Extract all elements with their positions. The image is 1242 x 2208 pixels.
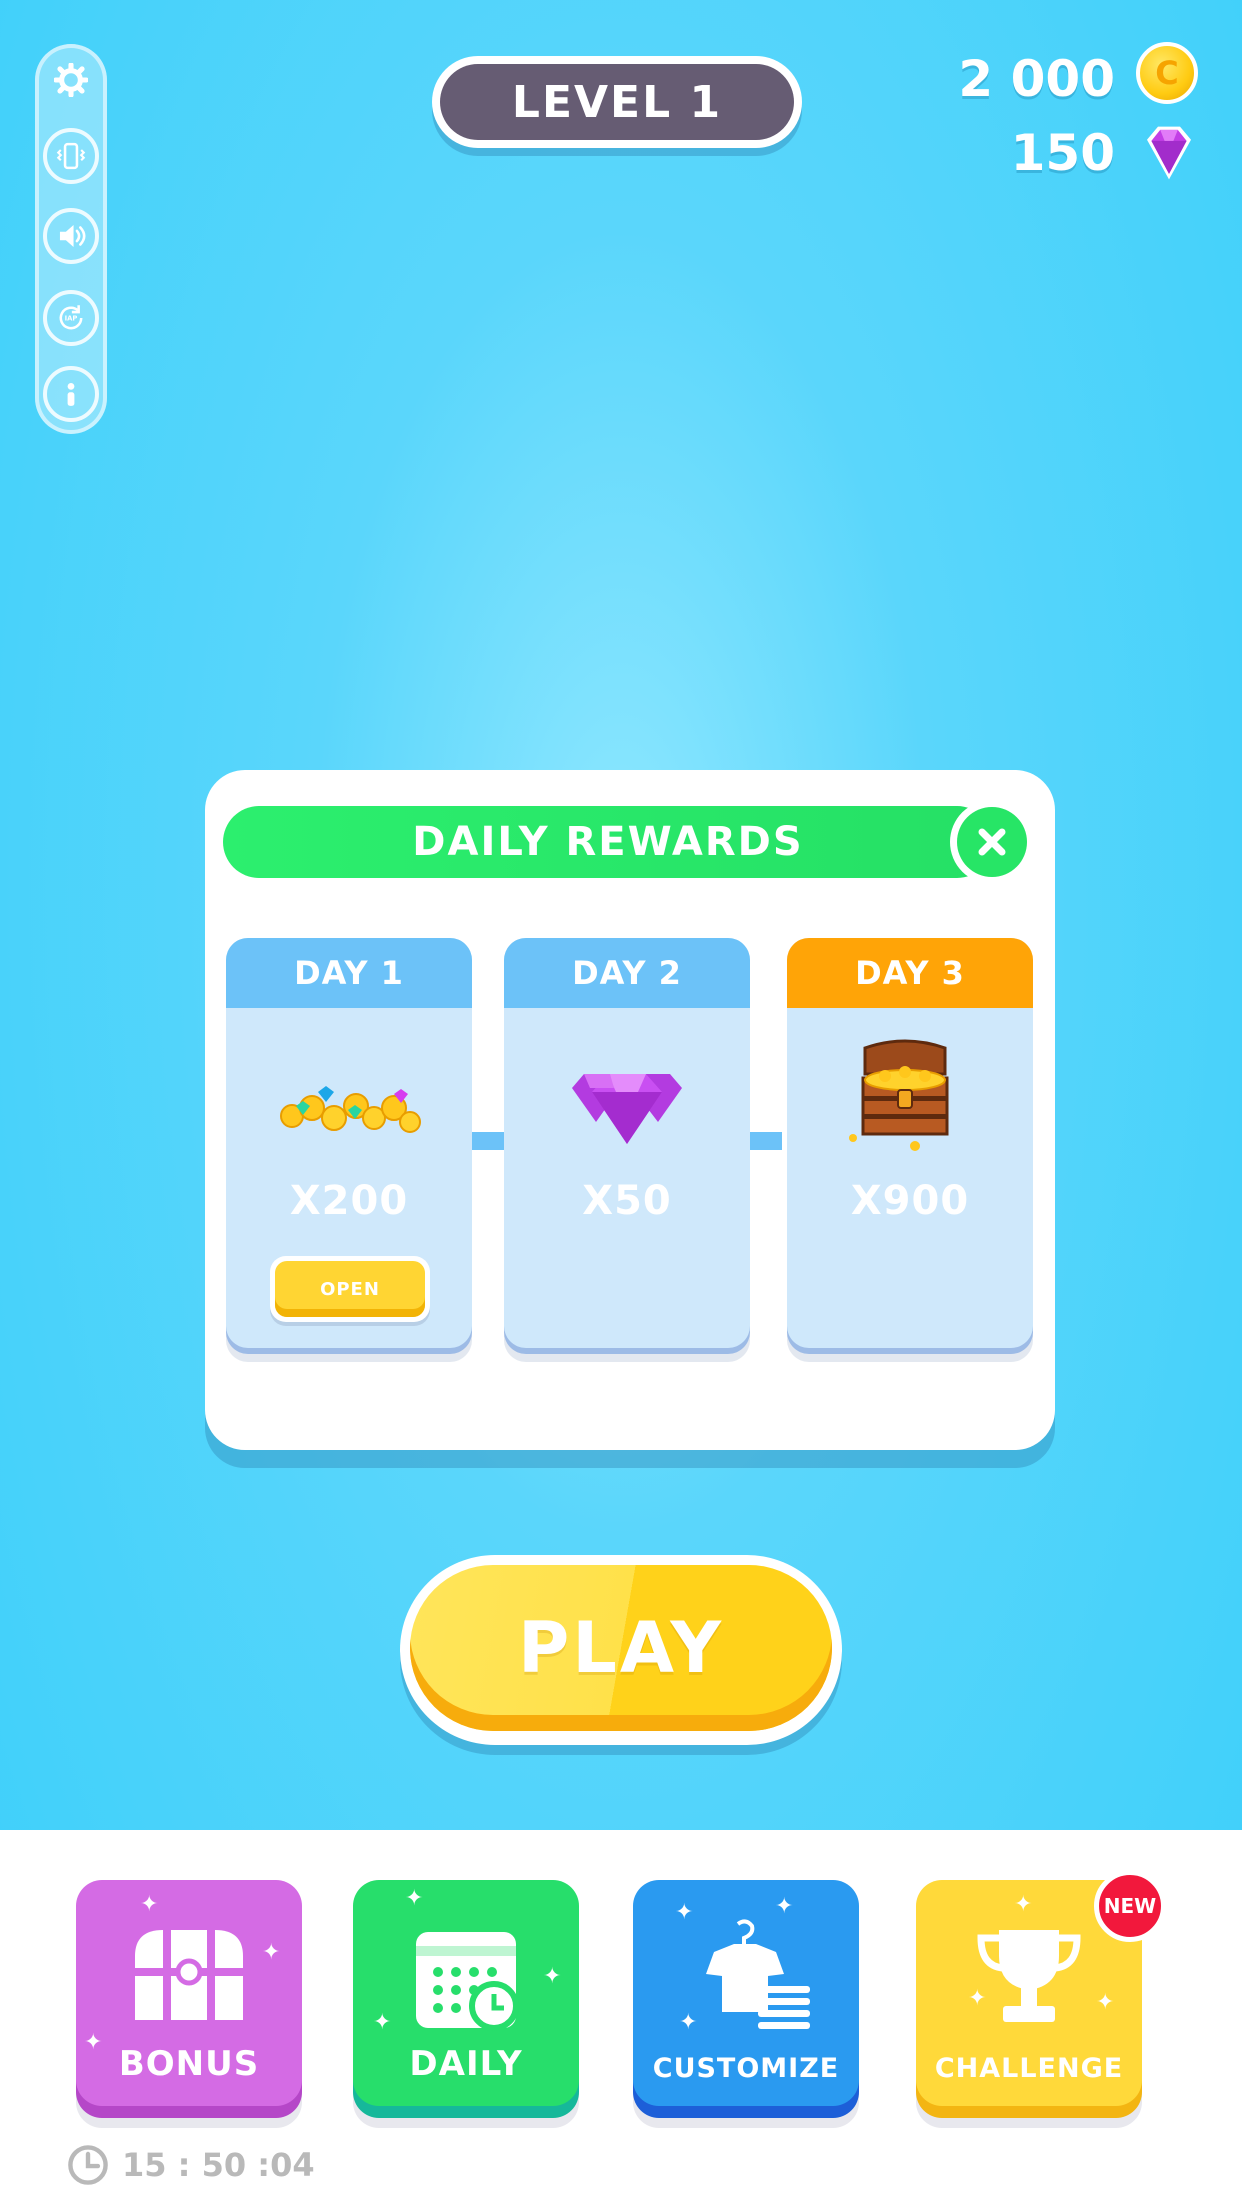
info-icon[interactable]	[43, 366, 99, 422]
play-button[interactable]: PLAY	[400, 1555, 842, 1745]
sparkle-icon: ✦	[968, 1986, 987, 2011]
day-2-card[interactable]: DAY 2 X50	[504, 938, 750, 1348]
day-1-amount: X200	[289, 1178, 409, 1224]
close-icon	[957, 807, 1027, 877]
play-label: PLAY	[410, 1565, 832, 1731]
settings-column: IAP	[35, 44, 107, 434]
day-2-amount: X50	[582, 1178, 672, 1224]
iap-label: IAP	[65, 315, 78, 323]
sparkle-icon: ✦	[775, 1894, 794, 1919]
day-3-amount: X900	[850, 1178, 970, 1224]
bonus-timer: 15 : 50 :04	[66, 2140, 315, 2190]
sparkle-icon: ✦	[679, 2010, 698, 2035]
gem-icon-svg	[1147, 126, 1191, 180]
daily-button[interactable]: ✦ ✦ ✦ DAILY	[353, 1880, 579, 2106]
challenge-label: CHALLENGE	[934, 2053, 1124, 2084]
open-button-label: OPEN	[275, 1261, 425, 1317]
day-3-label: DAY 3	[787, 938, 1033, 1008]
gem-count: 150	[1010, 124, 1115, 182]
clock-icon	[68, 2145, 108, 2185]
sparkle-icon: ✦	[405, 1886, 424, 1911]
customize-label: CUSTOMIZE	[652, 2053, 840, 2084]
sparkle-icon: ✦	[262, 1940, 281, 1965]
day-2-label: DAY 2	[504, 938, 750, 1008]
sound-icon-svg	[59, 224, 86, 248]
level-indicator: LEVEL 1	[432, 56, 802, 148]
vibration-icon[interactable]	[43, 128, 99, 184]
coin-icon[interactable]: C	[1136, 42, 1198, 104]
daily-label: DAILY	[409, 2044, 523, 2084]
sparkle-icon: ✦	[675, 1900, 694, 1925]
calendar-icon	[416, 1932, 519, 2031]
gems-pile-icon	[572, 1074, 682, 1144]
bonus-label: BONUS	[118, 2044, 260, 2084]
day-3-card[interactable]: DAY 3 X900	[787, 938, 1033, 1348]
sparkle-icon: ✦	[373, 2010, 392, 2035]
level-label: LEVEL 1	[440, 64, 794, 140]
gear-icon-svg	[54, 63, 88, 97]
gear-icon[interactable]	[43, 52, 99, 108]
open-button[interactable]: OPEN	[270, 1256, 430, 1322]
vibration-icon-svg	[56, 142, 86, 170]
sparkle-icon: ✦	[543, 1964, 562, 1989]
coins-and-gems-icon	[280, 1086, 421, 1133]
iap-restore-icon[interactable]: IAP	[43, 290, 99, 346]
sound-icon[interactable]	[43, 208, 99, 264]
info-icon-svg	[67, 382, 75, 406]
trophy-icon	[977, 1930, 1081, 2022]
coin-symbol: C	[1155, 54, 1179, 92]
day-connector	[750, 1132, 782, 1150]
sparkle-icon: ✦	[140, 1892, 159, 1917]
treasure-chest-icon	[849, 1039, 949, 1151]
daily-rewards-dialog: DAILY REWARDS DAY 1 X200 OPEN DAY 2 X50 …	[205, 770, 1055, 1450]
coin-count: 2 000	[958, 50, 1115, 108]
sparkle-icon: ✦	[1096, 1990, 1115, 2015]
timer-text: 15 : 50 :04	[122, 2146, 315, 2184]
customize-button[interactable]: ✦ ✦ ✦ CUSTOMIZE	[633, 1880, 859, 2106]
gem-icon[interactable]	[1136, 120, 1202, 186]
chest-icon	[135, 1930, 243, 2020]
iap-restore-icon-svg: IAP	[59, 305, 83, 330]
new-badge: NEW	[1094, 1870, 1166, 1942]
close-button[interactable]	[950, 800, 1034, 884]
day-connector	[472, 1132, 504, 1150]
day-1-label: DAY 1	[226, 938, 472, 1008]
daily-rewards-title: DAILY REWARDS	[412, 819, 804, 865]
day-1-card[interactable]: DAY 1 X200 OPEN	[226, 938, 472, 1348]
sparkle-icon: ✦	[1014, 1892, 1033, 1917]
daily-rewards-header: DAILY REWARDS	[223, 806, 993, 878]
bonus-button[interactable]: ✦ ✦ ✦ BONUS	[76, 1880, 302, 2106]
